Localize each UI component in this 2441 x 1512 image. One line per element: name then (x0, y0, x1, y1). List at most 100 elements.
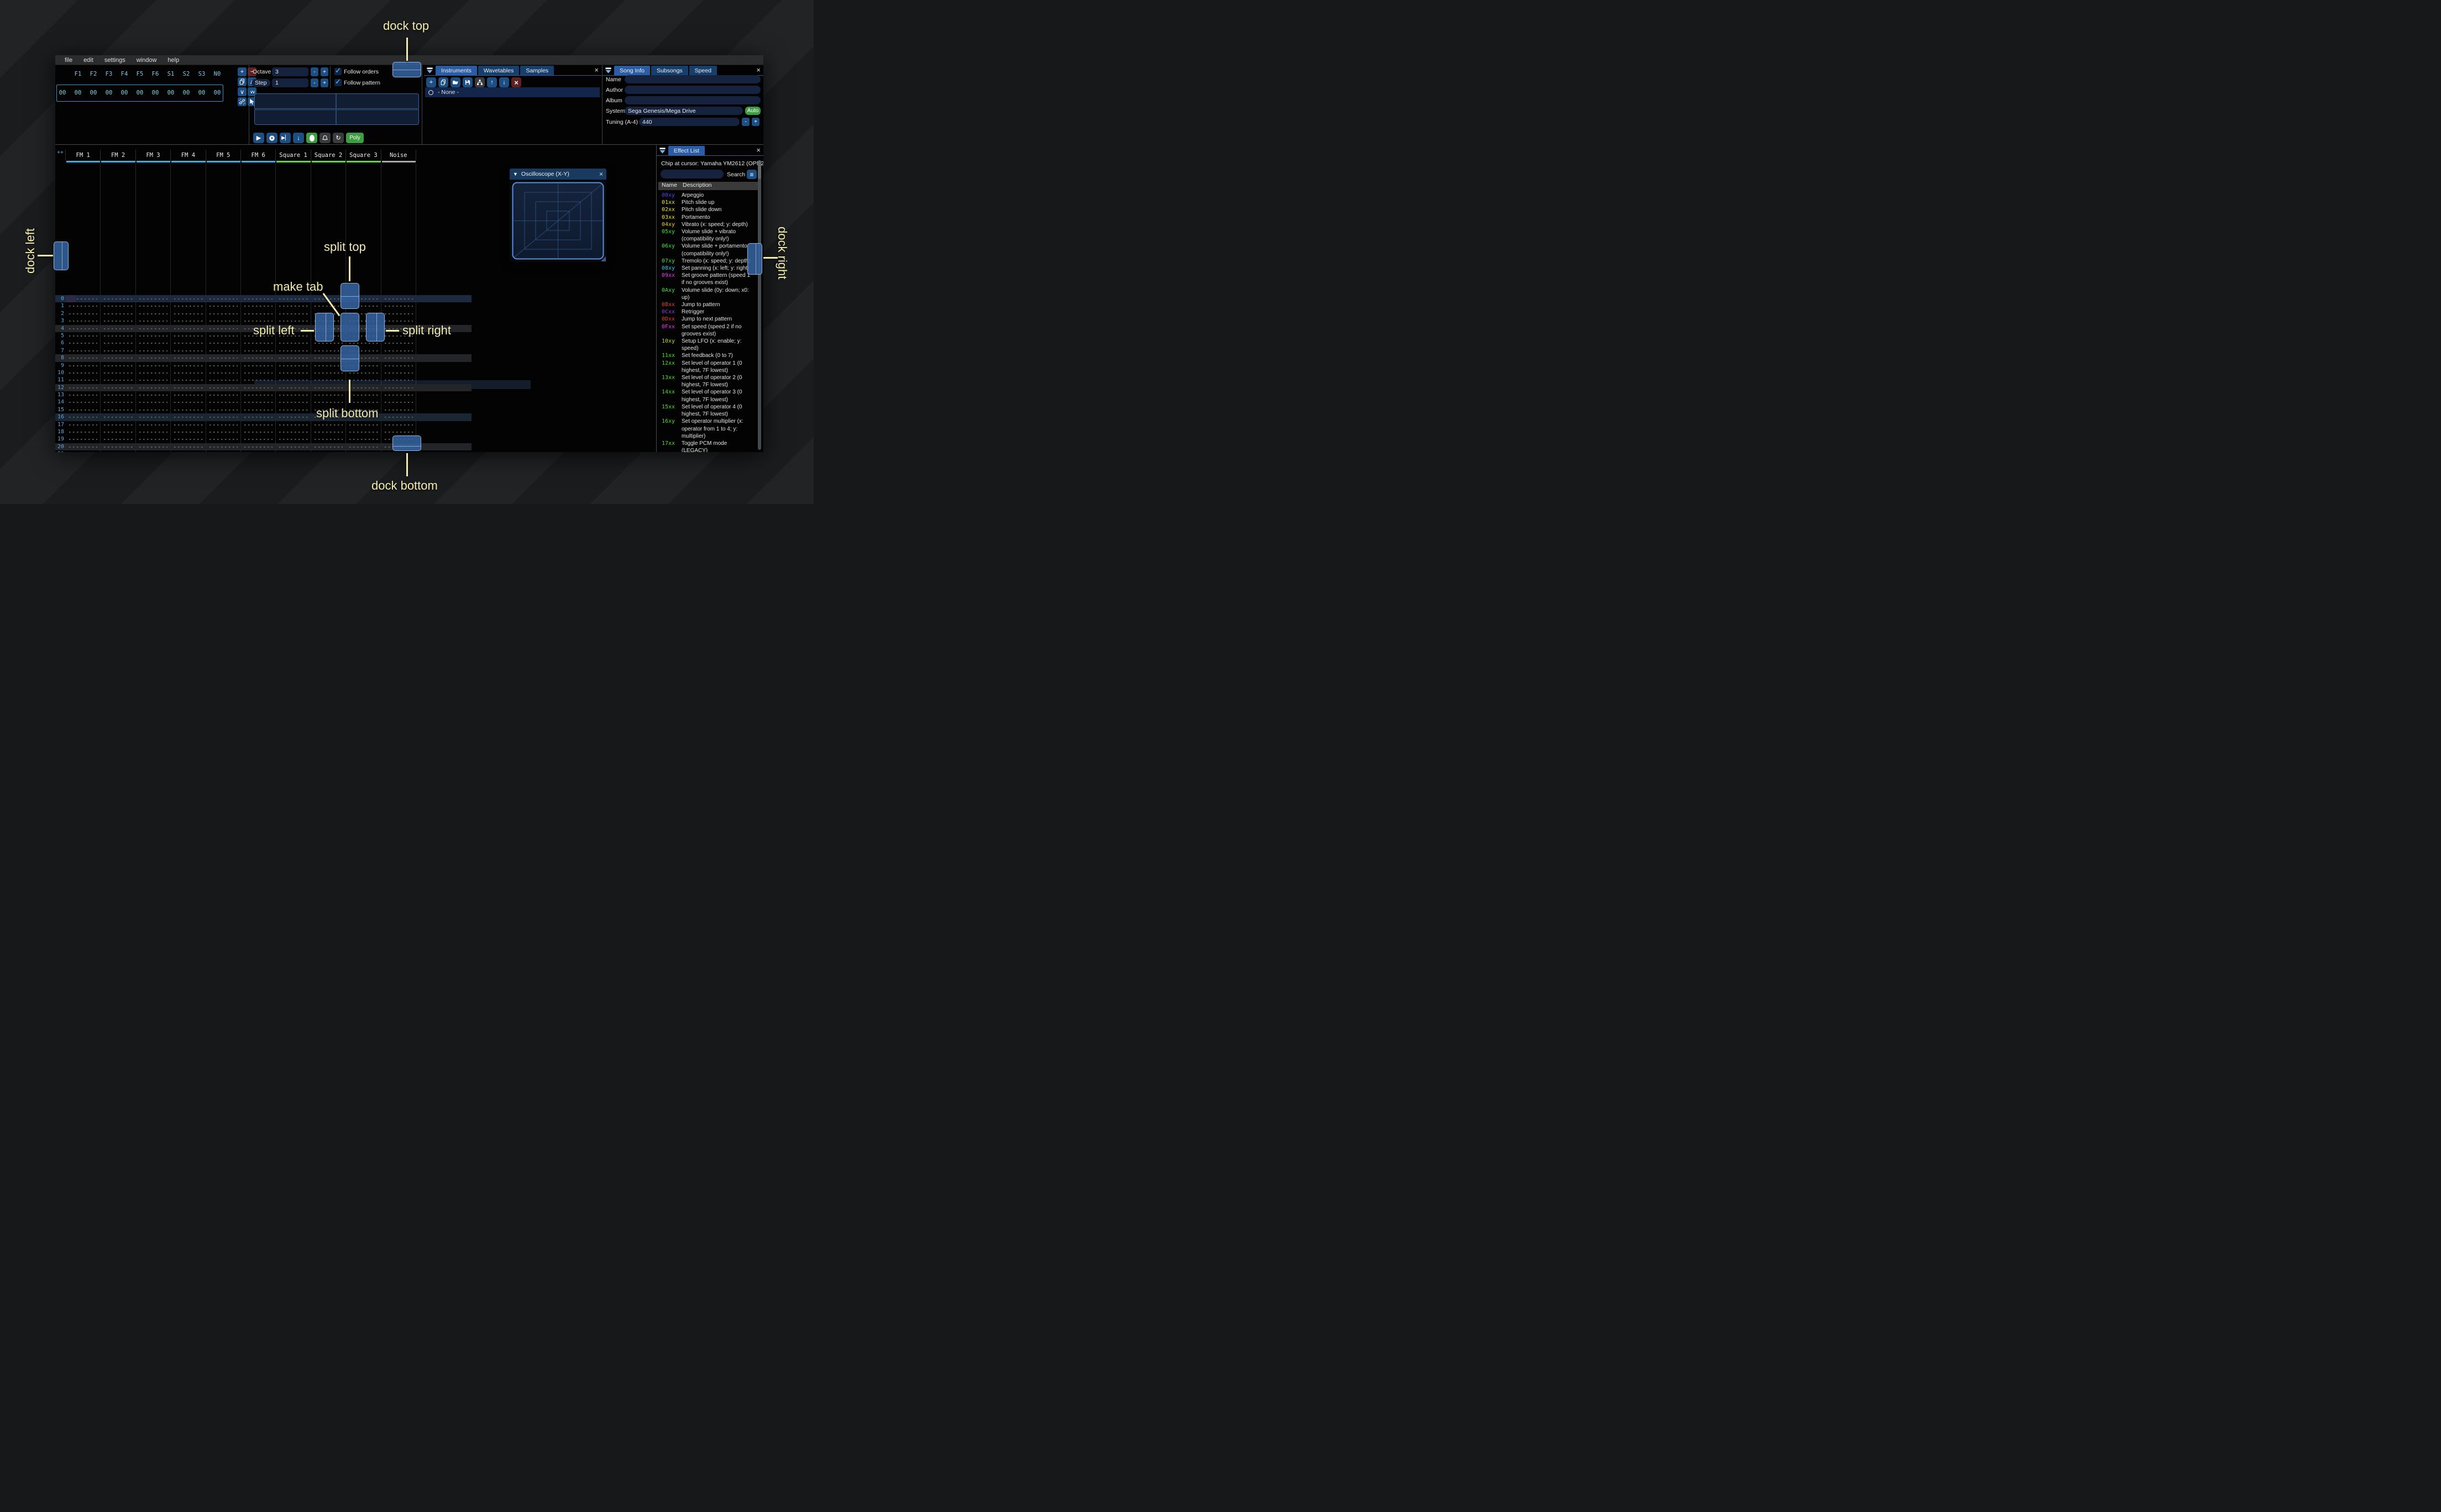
orders-channel-header[interactable]: F2 (86, 71, 101, 77)
pattern-cell[interactable] (171, 317, 206, 325)
pattern-row[interactable]: 16 (55, 413, 472, 421)
pattern-cell[interactable] (171, 398, 206, 406)
split-right-button[interactable] (366, 313, 385, 342)
dock-top-button[interactable] (392, 62, 421, 77)
pattern-cell[interactable] (66, 324, 101, 332)
pattern-cell[interactable] (381, 398, 416, 406)
orders-cell[interactable]: 00 (71, 90, 85, 96)
pattern-cell[interactable] (101, 324, 136, 332)
pattern-cell[interactable] (135, 398, 171, 406)
pattern-cell[interactable] (381, 361, 416, 369)
pattern-cell[interactable] (66, 391, 101, 399)
orders-value-row[interactable]: 00 00 00 00 00 00 00 00 00 00 00 (55, 90, 232, 97)
dock-right-button[interactable] (747, 243, 762, 275)
pattern-cell[interactable] (206, 391, 241, 399)
pattern-cell[interactable] (346, 376, 381, 384)
split-bottom-button[interactable] (341, 345, 359, 371)
pattern-cell[interactable] (101, 384, 136, 392)
pattern-row[interactable]: 9 (55, 361, 472, 369)
pattern-cell[interactable] (135, 450, 171, 452)
pattern-row[interactable]: 11 (55, 376, 472, 384)
channel-header-fm-4[interactable]: FM 4 (171, 150, 206, 161)
pattern-cell[interactable] (241, 339, 276, 347)
effect-search-input[interactable] (661, 170, 724, 179)
pattern-cell[interactable] (346, 398, 381, 406)
orders-cell[interactable]: 00 (148, 90, 163, 96)
pattern-row[interactable]: 17 (55, 421, 472, 429)
resize-grip[interactable] (601, 256, 606, 261)
pattern-cell[interactable] (311, 428, 347, 436)
orders-channel-header[interactable]: F1 (71, 71, 85, 77)
pattern-cell[interactable] (171, 428, 206, 436)
pattern-cell[interactable] (206, 354, 241, 362)
pattern-cell[interactable] (66, 354, 101, 362)
play-pattern-button[interactable] (266, 133, 277, 143)
pattern-cell[interactable] (66, 339, 101, 347)
pattern-cell[interactable] (135, 354, 171, 362)
pattern-cell[interactable] (101, 398, 136, 406)
step-minus-button[interactable]: - (311, 78, 318, 87)
pattern-cell[interactable] (241, 295, 276, 303)
pattern-cell[interactable] (241, 369, 276, 377)
pattern-cell[interactable] (206, 428, 241, 436)
pattern-cell[interactable] (241, 406, 276, 414)
pattern-cell[interactable] (171, 354, 206, 362)
pattern-cell[interactable] (381, 406, 416, 414)
pattern-cell[interactable] (135, 295, 171, 303)
channel-header-square-3[interactable]: Square 3 (346, 150, 381, 161)
instrument-list-item[interactable]: - None - (425, 87, 600, 97)
pattern-cell[interactable] (101, 391, 136, 399)
pattern-corner-expand[interactable]: ++ (55, 150, 66, 161)
pattern-cell[interactable] (135, 376, 171, 384)
pattern-row[interactable]: 14 (55, 398, 472, 406)
follow-orders-checkbox[interactable] (334, 66, 342, 75)
pattern-cell[interactable] (241, 384, 276, 392)
pattern-cell[interactable] (241, 391, 276, 399)
tuning-minus-button[interactable]: - (742, 118, 750, 126)
pattern-cell[interactable] (311, 398, 347, 406)
pattern-row[interactable]: 0 (55, 295, 472, 303)
pattern-cell[interactable] (311, 376, 347, 384)
pattern-cell[interactable] (101, 347, 136, 355)
pattern-cell[interactable] (135, 406, 171, 414)
pattern-cell[interactable] (276, 413, 311, 421)
pattern-cell[interactable] (276, 295, 311, 303)
pattern-cell[interactable] (311, 391, 347, 399)
pattern-cell[interactable] (311, 421, 347, 429)
hide-tab-bar-icon[interactable] (426, 67, 433, 74)
pattern-cell[interactable] (101, 406, 136, 414)
pattern-cell[interactable] (241, 309, 276, 318)
tab-effect-list[interactable]: Effect List (668, 146, 705, 155)
pattern-cell[interactable] (346, 443, 381, 451)
pattern-cell[interactable] (135, 421, 171, 429)
pattern-cell[interactable] (206, 332, 241, 340)
pattern-cell[interactable] (381, 295, 416, 303)
split-top-button[interactable] (341, 283, 359, 309)
orders-cell[interactable]: 00 (117, 90, 132, 96)
close-icon[interactable]: × (756, 66, 761, 74)
add-instrument-button[interactable]: + (426, 77, 436, 87)
pattern-cell[interactable] (381, 309, 416, 318)
open-instrument-button[interactable] (451, 77, 460, 87)
pattern-cell[interactable] (276, 369, 311, 377)
pattern-cell[interactable] (171, 413, 206, 421)
close-icon[interactable]: × (599, 170, 603, 178)
scrollbar[interactable] (758, 160, 761, 450)
pattern-cell[interactable] (171, 339, 206, 347)
pattern-cell[interactable] (206, 295, 241, 303)
pattern-cell[interactable] (66, 369, 101, 377)
pattern-cell[interactable] (171, 421, 206, 429)
tab-song-speed[interactable]: Speed (689, 66, 717, 75)
orders-channel-header[interactable]: F6 (148, 71, 163, 77)
pattern-cell[interactable] (381, 376, 416, 384)
pattern-cell[interactable] (311, 384, 347, 392)
pattern-cell[interactable] (346, 421, 381, 429)
pattern-cell[interactable] (206, 384, 241, 392)
pattern-cell[interactable] (101, 354, 136, 362)
pattern-cell[interactable] (381, 428, 416, 436)
pattern-cell[interactable] (346, 384, 381, 392)
step-input[interactable]: 1 (272, 78, 308, 87)
pattern-cell[interactable] (66, 309, 101, 318)
pattern-cell[interactable] (66, 421, 101, 429)
pattern-cell[interactable] (241, 361, 276, 369)
